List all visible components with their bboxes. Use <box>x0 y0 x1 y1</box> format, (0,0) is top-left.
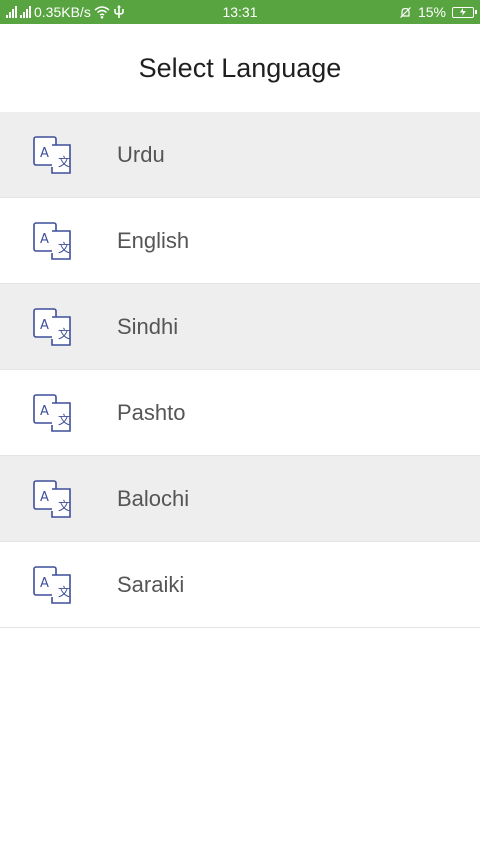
language-label: Urdu <box>117 141 165 167</box>
svg-text:A: A <box>40 490 49 505</box>
svg-text:文: 文 <box>58 326 70 341</box>
language-item-english[interactable]: A 文 English <box>0 198 480 284</box>
clock: 13:31 <box>222 4 258 20</box>
svg-text:A: A <box>40 318 49 333</box>
translate-icon: A 文 <box>33 480 71 518</box>
svg-text:文: 文 <box>58 240 70 255</box>
language-label: Pashto <box>117 399 186 425</box>
battery-percent: 15% <box>417 4 446 20</box>
battery-charging-icon <box>452 6 477 18</box>
translate-icon: A 文 <box>33 394 71 432</box>
page-title: Select Language <box>138 52 342 83</box>
language-item-balochi[interactable]: A 文 Balochi <box>0 456 480 542</box>
language-item-saraiki[interactable]: A 文 Saraiki <box>0 542 480 628</box>
translate-icon: A 文 <box>33 566 71 604</box>
svg-text:文: 文 <box>58 498 70 513</box>
svg-text:A: A <box>40 404 49 419</box>
translate-icon: A 文 <box>33 308 71 346</box>
status-bar: 0.35KB/s 13:31 15% <box>0 0 480 24</box>
language-label: Saraiki <box>117 571 185 597</box>
svg-text:A: A <box>40 576 49 591</box>
translate-icon: A 文 <box>33 136 71 174</box>
alarm-off-icon <box>400 6 411 18</box>
svg-text:A: A <box>40 146 49 161</box>
language-label: Sindhi <box>117 313 179 339</box>
language-label: Balochi <box>117 485 190 511</box>
language-item-sindhi[interactable]: A 文 Sindhi <box>0 284 480 370</box>
language-item-pashto[interactable]: A 文 Pashto <box>0 370 480 456</box>
language-item-urdu[interactable]: A 文 Urdu <box>0 112 480 198</box>
svg-text:文: 文 <box>58 412 70 427</box>
language-list: A 文 Urdu A 文 English A 文 Sindhi A 文 Pash… <box>0 112 480 628</box>
translate-icon: A 文 <box>33 222 71 260</box>
svg-text:文: 文 <box>58 154 70 169</box>
language-label: English <box>117 227 190 253</box>
page-header: Select Language <box>0 24 480 112</box>
status-right: 15% <box>399 0 477 24</box>
svg-text:A: A <box>40 232 49 247</box>
svg-text:文: 文 <box>58 584 70 599</box>
